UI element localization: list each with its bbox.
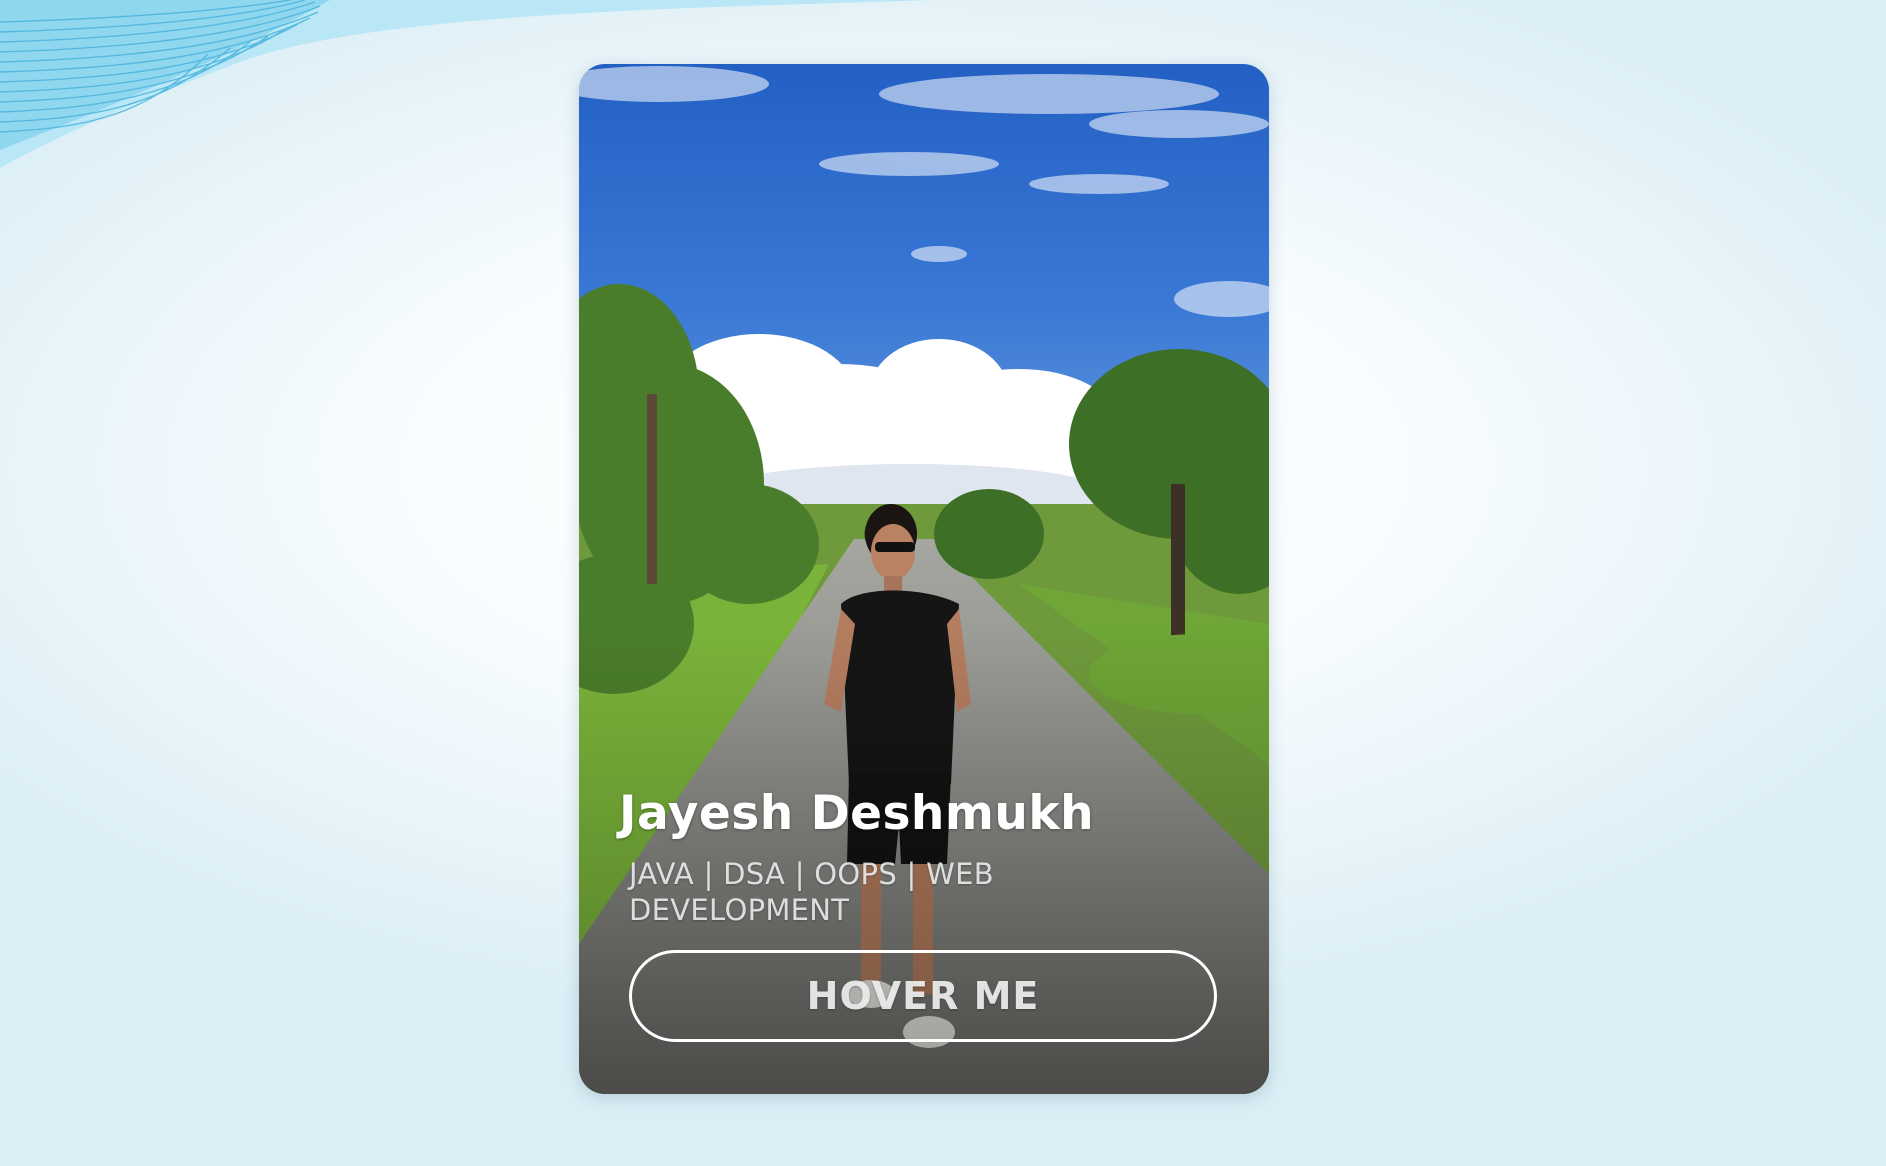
hover-me-button[interactable]: HOVER ME	[629, 950, 1217, 1042]
profile-card[interactable]: Jayesh Deshmukh JAVA | DSA | OOPS | WEB …	[579, 64, 1269, 1094]
profile-name: Jayesh Deshmukh	[619, 786, 1095, 841]
profile-photo	[579, 64, 1269, 1094]
profile-tagline: JAVA | DSA | OOPS | WEB DEVELOPMENT	[629, 857, 994, 927]
